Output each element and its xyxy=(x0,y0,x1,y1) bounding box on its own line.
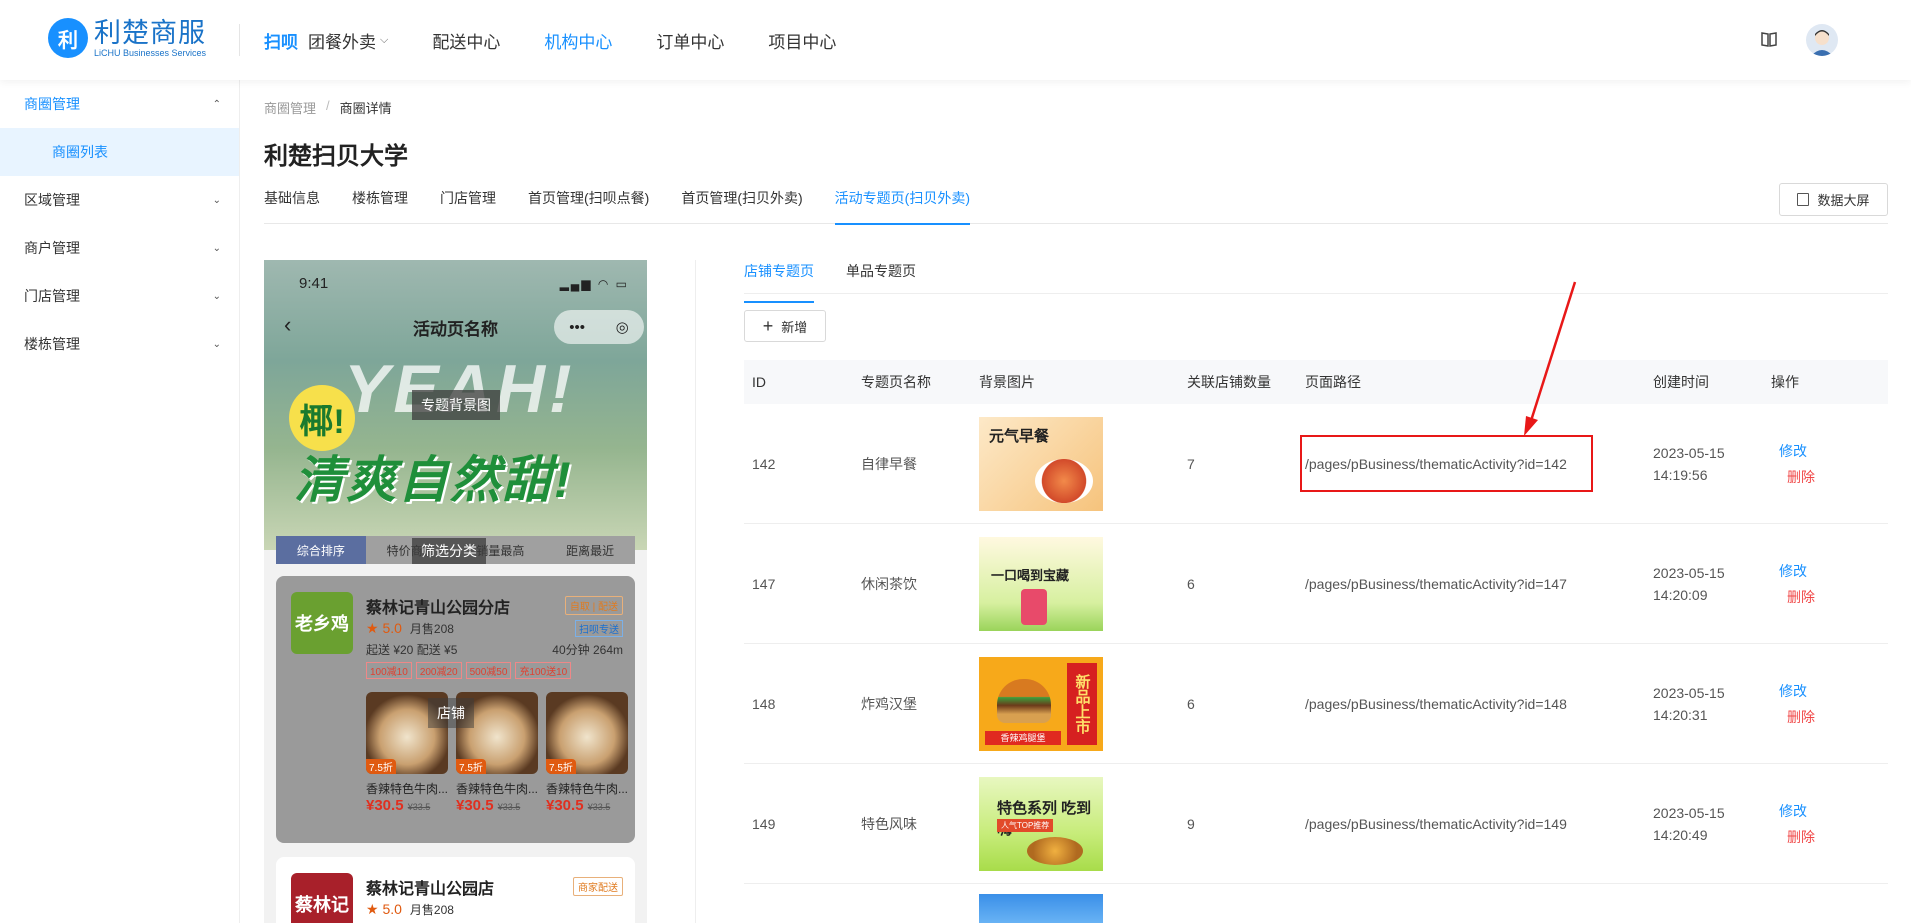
breadcrumb-parent[interactable]: 商圈管理 xyxy=(264,98,316,117)
delete-link[interactable]: 删除 xyxy=(1787,467,1888,487)
add-button[interactable]: + 新增 xyxy=(744,310,826,342)
page-path: /pages/pBusiness/thematicActivity?id=148 xyxy=(1305,695,1567,712)
logo-subtext: LiCHU Businesses Services xyxy=(94,48,207,58)
delete-link[interactable]: 删除 xyxy=(1787,827,1888,847)
store-delivery-tag: 商家配送 xyxy=(573,877,623,896)
delete-link[interactable]: 删除 xyxy=(1787,707,1888,727)
filter-category-tag: 筛选分类 xyxy=(412,538,486,564)
filter-distance[interactable]: 距离最近 xyxy=(545,536,635,564)
goods-image: 7.5折 xyxy=(546,692,628,774)
chevron-down-icon: ⌄ xyxy=(212,242,221,254)
chevron-down-icon: ⌄ xyxy=(212,338,221,350)
page-path: /pages/pBusiness/thematicActivity?id=147 xyxy=(1305,575,1567,592)
tab-home-takeout[interactable]: 首页管理(扫贝外卖) xyxy=(681,180,802,224)
tab-item-topic[interactable]: 单品专题页 xyxy=(846,258,916,293)
status-time: 9:41 xyxy=(299,275,329,292)
store-coupons: 100减10 200减20 500减50 充100送10 xyxy=(366,662,575,679)
edit-link[interactable]: 修改 xyxy=(1779,801,1888,821)
plus-icon: + xyxy=(762,316,774,336)
hero-slogan: 清爽自然甜! xyxy=(294,452,573,508)
edit-link[interactable]: 修改 xyxy=(1779,561,1888,581)
store-area-tag: 店铺 xyxy=(428,698,474,728)
mini-program-capsule[interactable]: ••• ◎ xyxy=(554,310,644,344)
sidebar-group-region[interactable]: 区域管理 ⌄ xyxy=(0,176,239,224)
nav-tuancan[interactable]: 团餐外卖 ⌵ xyxy=(308,28,388,53)
store-meta: 起送 ¥20 配送 ¥5 xyxy=(366,643,458,657)
sidebar-group-business-circle[interactable]: 商圈管理 ⌃ xyxy=(0,80,239,128)
chevron-down-icon: ⌄ xyxy=(212,290,221,302)
page-title: 利楚扫贝大学 xyxy=(264,143,408,170)
nav-brand-saobei[interactable]: 扫呗 xyxy=(264,28,298,53)
page-path: /pages/pBusiness/thematicActivity?id=149 xyxy=(1305,815,1567,832)
store-express-tag: 扫呗专送 xyxy=(575,620,623,637)
book-icon[interactable] xyxy=(1760,30,1778,48)
store-thumb: 蔡林记 xyxy=(291,873,353,923)
background-image-thumb[interactable]: 新品上市 香辣鸡腿堡 xyxy=(979,656,1103,751)
nav-delivery-center[interactable]: 配送中心 xyxy=(432,28,500,53)
tab-basic-info[interactable]: 基础信息 xyxy=(264,180,320,224)
table-row: 149 特色风味 特色系列 吃到嗨人气TOP推荐 9 /pages/pBusin… xyxy=(744,764,1888,884)
background-image-thumb[interactable]: 元气早餐 xyxy=(979,416,1103,511)
background-image-thumb[interactable]: 一口喝到宝藏 xyxy=(979,536,1103,631)
store-rating: ★ 5.0 月售208 xyxy=(366,901,454,917)
table-header: ID 专题页名称 背景图片 关联店铺数量 页面路径 创建时间 操作 xyxy=(744,360,1888,404)
top-bar: 利 利楚商服 LiCHU Businesses Services 扫呗 团餐外卖… xyxy=(0,0,1911,80)
logo[interactable]: 利 利楚商服 LiCHU Businesses Services xyxy=(48,18,206,58)
topic-subtabs: 店铺专题页 单品专题页 xyxy=(744,258,1888,303)
annotation-arrow xyxy=(1524,281,1577,436)
header-divider xyxy=(239,24,240,56)
data-screen-button[interactable]: 数据大屏 xyxy=(1779,183,1888,216)
tab-store[interactable]: 门店管理 xyxy=(440,180,496,224)
background-image-thumb[interactable]: 特色系列 吃到嗨人气TOP推荐 xyxy=(979,776,1103,871)
chevron-down-icon: ⌄ xyxy=(212,194,221,206)
top-nav: 扫呗 团餐外卖 ⌵ 配送中心 机构中心 订单中心 项目中心 xyxy=(264,0,880,80)
goods-item[interactable]: 7.5折 香辣特色牛肉... ¥30.5 ¥33.5 xyxy=(546,692,628,814)
store-name: 蔡林记青山公园分店 xyxy=(366,600,511,617)
store-delivery-tag: 自取 | 配送 xyxy=(564,596,623,615)
tab-building[interactable]: 楼栋管理 xyxy=(352,180,408,224)
table-row: 147 休闲茶饮 一口喝到宝藏 6 /pages/pBusiness/thema… xyxy=(744,524,1888,644)
store-distance: 40分钟 264m xyxy=(552,643,623,657)
logo-mark: 利 xyxy=(48,18,88,58)
breadcrumb: 商圈管理 / 商圈详情 xyxy=(264,98,392,117)
tab-activity-topic[interactable]: 活动专题页(扫贝外卖) xyxy=(834,180,971,225)
edit-link[interactable]: 修改 xyxy=(1779,441,1888,461)
bg-image-tag: 专题背景图 xyxy=(412,390,500,420)
more-icon[interactable]: ••• xyxy=(569,319,585,336)
user-avatar[interactable] xyxy=(1806,24,1838,56)
store-card[interactable]: 蔡林记 蔡林记青山公园店 商家配送 ★ 5.0 月售208 xyxy=(276,857,635,923)
tab-home-dine[interactable]: 首页管理(扫呗点餐) xyxy=(528,180,649,224)
sidebar-group-merchant[interactable]: 商户管理 ⌄ xyxy=(0,224,239,272)
store-thumb: 老乡鸡 xyxy=(291,592,353,654)
status-icons: ▂▄▆ ◠ ▭ xyxy=(559,277,629,291)
nav-org-center[interactable]: 机构中心 xyxy=(544,28,612,53)
phone-preview: 9:41 ▂▄▆ ◠ ▭ ‹ 活动页名称 ••• ◎ YEAH! 椰! 清爽自然… xyxy=(264,260,647,923)
sidebar: 商圈管理 ⌃ 商圈列表 区域管理 ⌄ 商户管理 ⌄ 门店管理 ⌄ 楼栋管理 ⌄ xyxy=(0,80,240,923)
edit-link[interactable]: 修改 xyxy=(1779,681,1888,701)
close-target-icon[interactable]: ◎ xyxy=(616,318,629,336)
chevron-down-icon: ⌵ xyxy=(380,33,389,46)
highlight-box xyxy=(1300,435,1593,492)
sidebar-group-building[interactable]: 楼栋管理 ⌄ xyxy=(0,320,239,368)
store-rating: ★ 5.0 月售208 xyxy=(366,620,454,636)
tab-store-topic[interactable]: 店铺专题页 xyxy=(744,258,814,303)
chevron-up-icon: ⌃ xyxy=(212,98,221,110)
background-image-thumb[interactable] xyxy=(979,894,1103,923)
sidebar-item-circle-list[interactable]: 商圈列表 xyxy=(0,128,239,176)
store-name: 蔡林记青山公园店 xyxy=(366,881,495,898)
logo-text: 利楚商服 xyxy=(94,18,206,48)
detail-tabs: 基础信息 楼栋管理 门店管理 首页管理(扫呗点餐) 首页管理(扫贝外卖) 活动专… xyxy=(264,180,1888,225)
delete-link[interactable]: 删除 xyxy=(1787,587,1888,607)
nav-project-center[interactable]: 项目中心 xyxy=(768,28,836,53)
table-row: 148 炸鸡汉堡 新品上市 香辣鸡腿堡 6 /pages/pBusiness/th… xyxy=(744,644,1888,764)
dashboard-icon xyxy=(1797,193,1810,206)
filter-comprehensive[interactable]: 综合排序 xyxy=(276,536,366,564)
panel-divider xyxy=(695,260,696,923)
nav-order-center[interactable]: 订单中心 xyxy=(656,28,724,53)
sidebar-group-store[interactable]: 门店管理 ⌄ xyxy=(0,272,239,320)
breadcrumb-separator: / xyxy=(326,98,330,113)
table-row xyxy=(744,884,1888,923)
breadcrumb-current: 商圈详情 xyxy=(339,101,392,116)
